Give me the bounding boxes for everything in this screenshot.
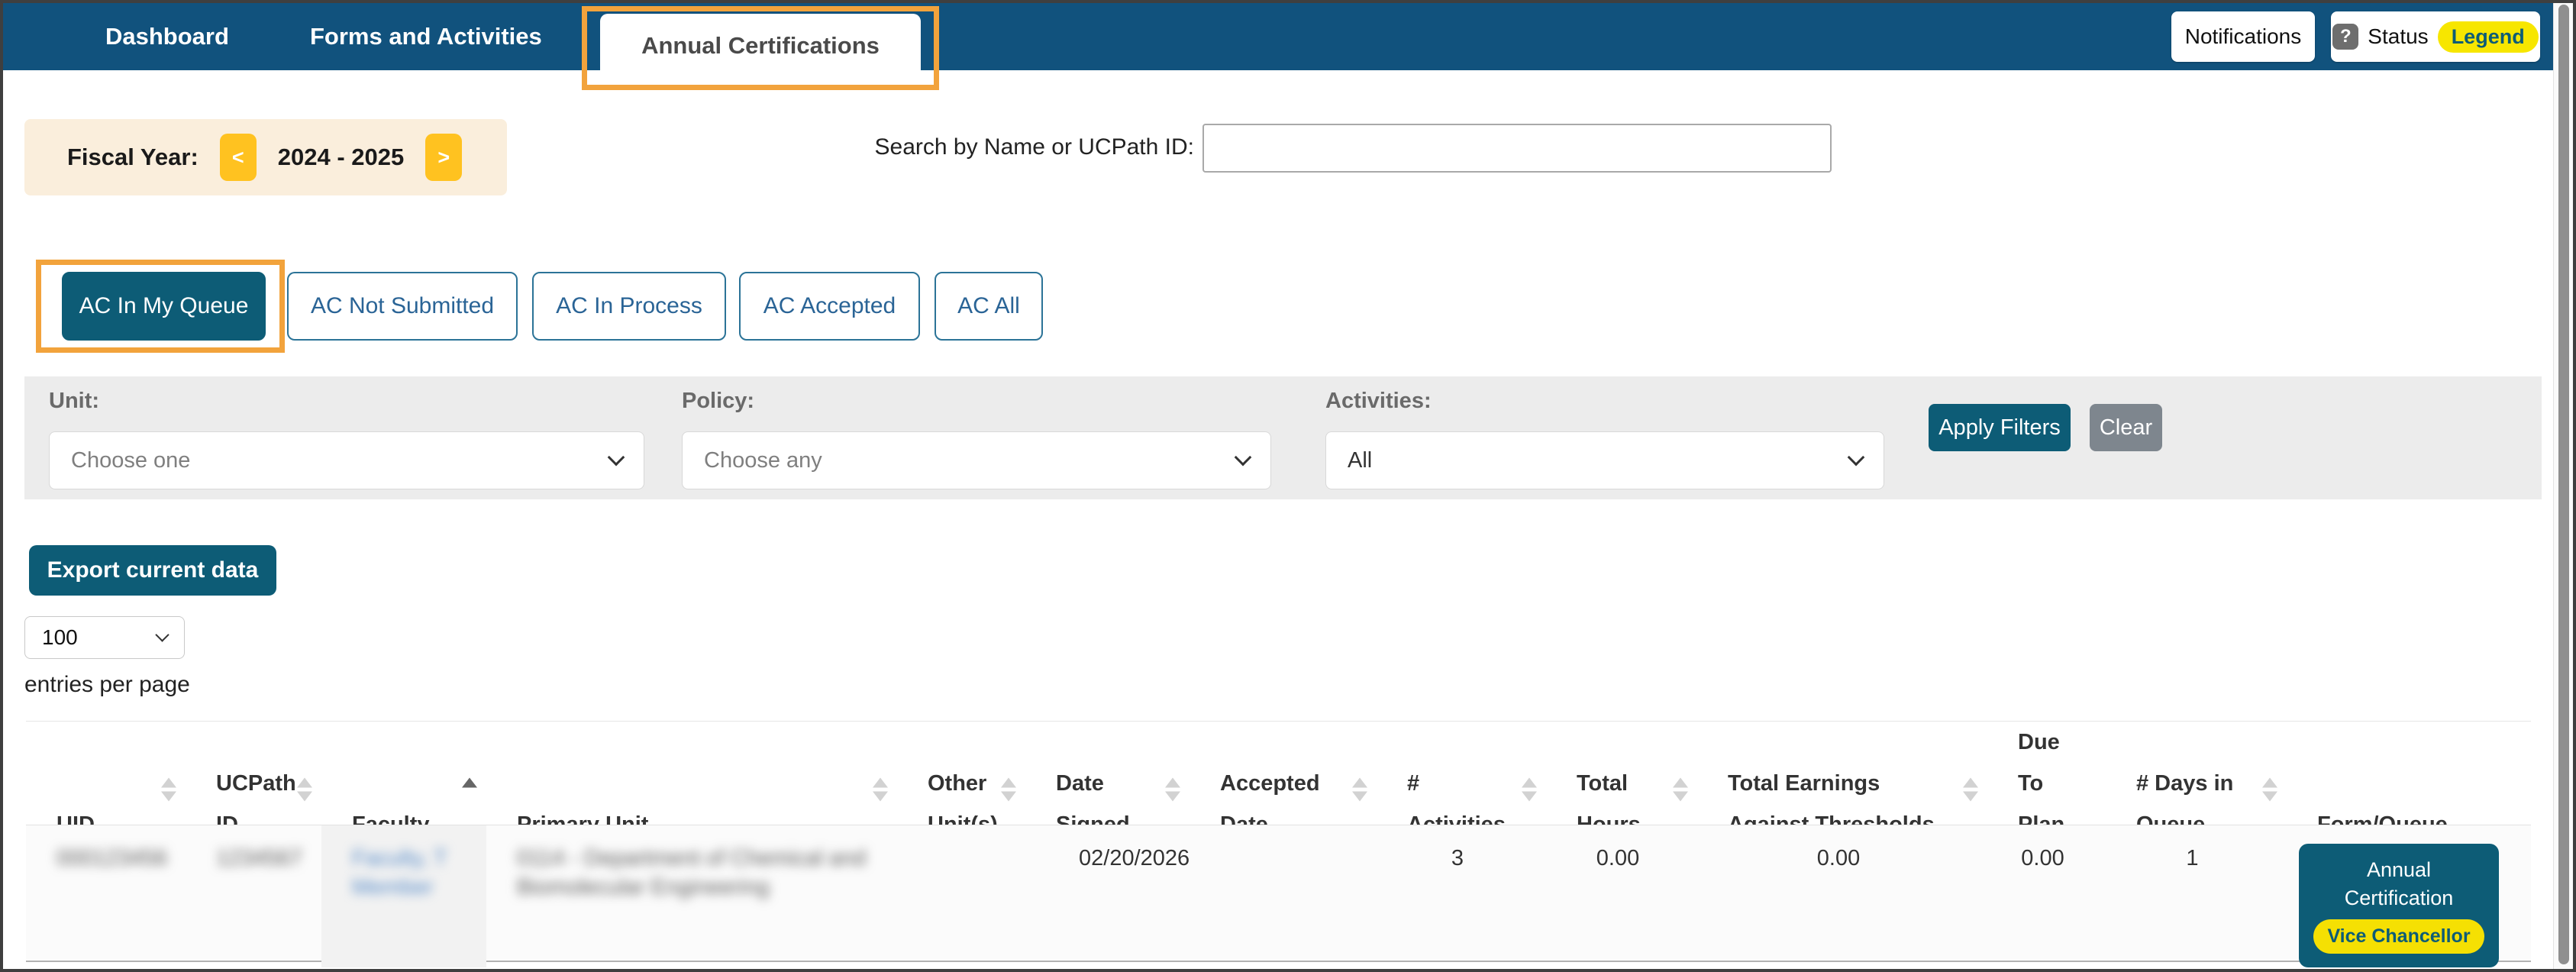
sort-icons[interactable] bbox=[873, 778, 888, 802]
faculty-link[interactable]: Member bbox=[352, 873, 479, 902]
annual-certification-form-button[interactable]: Annual Certification Vice Chancellor bbox=[2299, 844, 2499, 967]
cell-num-activities: 3 bbox=[1377, 825, 1546, 967]
cell-total-hours: 0.00 bbox=[1546, 825, 1697, 967]
fiscal-year-next-button[interactable]: > bbox=[425, 134, 462, 181]
annual-certifications-page: Dashboard Forms and Activities Notificat… bbox=[0, 0, 2576, 972]
fiscal-year-value: 2024 - 2025 bbox=[278, 144, 404, 171]
sort-icons[interactable] bbox=[297, 778, 312, 802]
form-label: Annual bbox=[2367, 856, 2431, 884]
cell-faculty: Faculty, T Member bbox=[321, 825, 486, 967]
sort-icons[interactable] bbox=[1963, 778, 1978, 802]
policy-select-value: Choose any bbox=[704, 448, 1237, 473]
status-legend-button[interactable]: ? Status Legend bbox=[2331, 11, 2540, 62]
nav-dashboard[interactable]: Dashboard bbox=[105, 3, 229, 70]
sort-icons-ascending[interactable] bbox=[462, 778, 477, 802]
search-input[interactable] bbox=[1202, 124, 1832, 173]
cell-ucpath-id: 1234567 bbox=[186, 825, 321, 967]
cell-other-units bbox=[897, 825, 1025, 967]
search-label: Search by Name or UCPath ID: bbox=[866, 134, 1194, 160]
chevron-down-icon bbox=[1235, 449, 1252, 467]
faculty-link[interactable]: Faculty, T bbox=[352, 844, 479, 873]
cell-primary-unit: 0114 - Department of Chemical and Biomol… bbox=[486, 825, 897, 967]
table-header-row: UID UCPath ID Faculty Primary Unit Other… bbox=[26, 721, 2531, 825]
vice-chancellor-queue-badge: Vice Chancellor bbox=[2313, 919, 2484, 954]
page-size-select[interactable]: 100 bbox=[24, 616, 185, 659]
question-mark-icon: ? bbox=[2332, 24, 2358, 50]
legend-badge: Legend bbox=[2438, 21, 2539, 53]
activities-label: Activities: bbox=[1325, 389, 1432, 414]
chevron-down-icon bbox=[1848, 449, 1865, 467]
apply-filters-button[interactable]: Apply Filters bbox=[1929, 404, 2071, 451]
queue-tab-ac-all[interactable]: AC All bbox=[935, 272, 1043, 341]
unit-select-value: Choose one bbox=[71, 448, 610, 473]
cell-days-in-queue: 1 bbox=[2106, 825, 2287, 967]
top-nav-bar: Dashboard Forms and Activities Notificat… bbox=[3, 3, 2553, 70]
scrollbar-thumb[interactable] bbox=[2558, 5, 2569, 964]
cell-form-queue: Annual Certification Vice Chancellor bbox=[2287, 825, 2531, 967]
export-current-data-button[interactable]: Export current data bbox=[29, 545, 276, 596]
unit-label: Unit: bbox=[49, 389, 99, 414]
chevron-down-icon bbox=[608, 449, 625, 467]
activities-select-value: All bbox=[1348, 448, 1850, 473]
queue-tab-ac-accepted[interactable]: AC Accepted bbox=[739, 272, 920, 341]
cell-due-to-plan: 0.00 bbox=[1987, 825, 2106, 967]
fiscal-year-box: Fiscal Year: < 2024 - 2025 > bbox=[24, 119, 507, 195]
cell-accepted-date bbox=[1190, 825, 1377, 967]
sort-icons[interactable] bbox=[1352, 778, 1367, 802]
clear-filters-button[interactable]: Clear bbox=[2090, 404, 2162, 451]
sort-icons[interactable] bbox=[1001, 778, 1016, 802]
cell-total-earnings: 0.00 bbox=[1697, 825, 1987, 967]
sort-icons[interactable] bbox=[1673, 778, 1688, 802]
chevron-down-icon bbox=[155, 628, 169, 641]
vertical-scrollbar[interactable] bbox=[2553, 3, 2573, 969]
queue-tab-ac-not-submitted[interactable]: AC Not Submitted bbox=[287, 272, 518, 341]
fiscal-year-previous-button[interactable]: < bbox=[220, 134, 257, 181]
entries-per-page-label: entries per page bbox=[24, 672, 190, 698]
form-label: Certification bbox=[2345, 884, 2454, 912]
nav-forms-and-activities[interactable]: Forms and Activities bbox=[310, 3, 542, 70]
cell-date-signed: 02/20/2026 bbox=[1025, 825, 1190, 967]
queue-tab-ac-in-my-queue[interactable]: AC In My Queue bbox=[62, 272, 266, 341]
sort-icons[interactable] bbox=[161, 778, 176, 802]
filter-panel: Unit: Choose one Policy: Choose any Acti… bbox=[24, 376, 2542, 499]
table-row: 000123456 1234567 Faculty, T Member 0114… bbox=[26, 825, 2531, 962]
page-size-value: 100 bbox=[42, 625, 157, 650]
cell-uid: 000123456 bbox=[26, 825, 186, 967]
notifications-button[interactable]: Notifications bbox=[2171, 11, 2315, 62]
activities-select[interactable]: All bbox=[1325, 431, 1884, 489]
fiscal-year-label: Fiscal Year: bbox=[67, 144, 199, 171]
nav-tab-annual-certifications[interactable]: Annual Certifications bbox=[600, 14, 921, 79]
unit-select[interactable]: Choose one bbox=[49, 431, 644, 489]
sort-icons[interactable] bbox=[1522, 778, 1537, 802]
sort-icons[interactable] bbox=[1165, 778, 1180, 802]
status-label: Status bbox=[2368, 24, 2428, 49]
policy-label: Policy: bbox=[682, 389, 754, 414]
policy-select[interactable]: Choose any bbox=[682, 431, 1271, 489]
queue-tab-ac-in-process[interactable]: AC In Process bbox=[532, 272, 726, 341]
sort-icons[interactable] bbox=[2262, 778, 2277, 802]
